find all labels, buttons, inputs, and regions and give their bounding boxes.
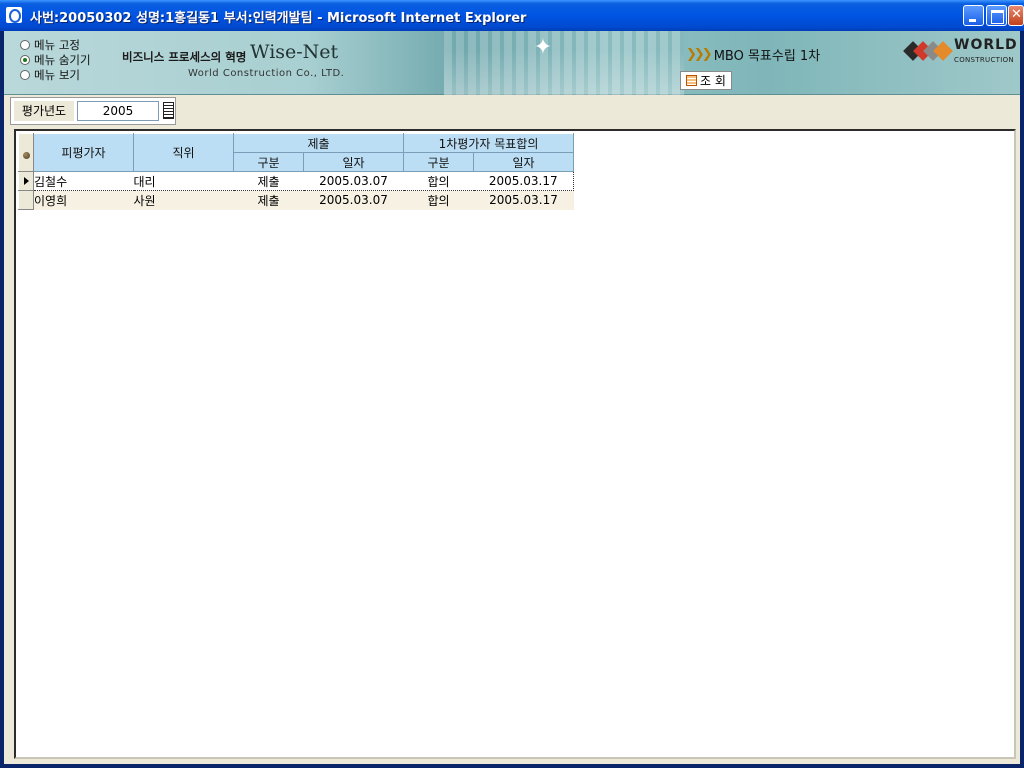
- company-logo: WORLD CONSTRUCTION: [903, 37, 1018, 65]
- logo-mark-icon: [903, 37, 953, 65]
- header-banner: ✦ 메뉴 고정 메뉴 숨기기 메뉴 보기 비즈니스 프로세스의 혁명 Wise-…: [4, 31, 1020, 95]
- sparkle-icon: ✦: [533, 35, 553, 60]
- query-button-label: 조 회: [700, 74, 726, 88]
- cell-position[interactable]: 사원: [133, 190, 234, 210]
- page-content: ✦ 메뉴 고정 메뉴 숨기기 메뉴 보기 비즈니스 프로세스의 혁명 Wise-…: [4, 31, 1020, 764]
- cell-name[interactable]: 이영희: [33, 190, 134, 210]
- year-input[interactable]: 2005: [77, 101, 159, 121]
- row-selector[interactable]: [18, 171, 34, 191]
- grid-panel: 피평가자 직위 제출 1차평가자 목표합의 구분 일자 구분 일자 김철수 대리…: [14, 129, 1016, 759]
- building-image: [444, 31, 684, 95]
- cell-agreement-date[interactable]: 2005.03.17: [473, 190, 574, 210]
- cell-submission-type[interactable]: 제출: [233, 171, 304, 191]
- program-title: ❯❯❯ MBO 목표수립 1차: [686, 45, 820, 64]
- row-selector[interactable]: [18, 190, 34, 210]
- cell-submission-date[interactable]: 2005.03.07: [303, 171, 404, 191]
- query-button[interactable]: 조 회: [680, 71, 732, 90]
- ie-icon: [6, 7, 22, 23]
- menu-option-label: 메뉴 숨기기: [34, 52, 91, 67]
- close-button[interactable]: [1008, 5, 1024, 26]
- maximize-button[interactable]: [986, 5, 1007, 26]
- cell-position[interactable]: 대리: [133, 171, 234, 191]
- cell-submission-date[interactable]: 2005.03.07: [303, 190, 404, 210]
- cell-agreement-type[interactable]: 합의: [403, 171, 474, 191]
- window-title: 사번:20050302 성명:1홍길동1 부서:인력개발팀 - Microsof…: [30, 11, 527, 26]
- logo-word: WORLD: [954, 37, 1018, 53]
- radio-icon[interactable]: [20, 39, 30, 50]
- radio-selected-icon[interactable]: [20, 54, 30, 65]
- cell-submission-type[interactable]: 제출: [233, 190, 304, 210]
- radio-icon[interactable]: [20, 69, 30, 80]
- year-label: 평가년도: [14, 101, 74, 121]
- brand-slogan: 비즈니스 프로세스의 혁명: [122, 50, 247, 64]
- menu-option-label: 메뉴 보기: [34, 67, 80, 82]
- menu-mode-options: 메뉴 고정 메뉴 숨기기 메뉴 보기: [20, 37, 91, 82]
- table-row[interactable]: 김철수 대리 제출 2005.03.07 합의 2005.03.17: [18, 171, 574, 191]
- calendar-icon[interactable]: [163, 102, 174, 119]
- header-agreement-date[interactable]: 일자: [473, 152, 574, 172]
- grid-corner[interactable]: [18, 133, 34, 172]
- brand-company: World Construction Co., LTD.: [188, 68, 345, 79]
- header-agreement-type[interactable]: 구분: [403, 152, 474, 172]
- minimize-button[interactable]: [963, 5, 984, 26]
- header-submission-date[interactable]: 일자: [303, 152, 404, 172]
- header-agreement: 1차평가자 목표합의: [403, 133, 574, 153]
- header-submission-type[interactable]: 구분: [233, 152, 304, 172]
- logo-sub: CONSTRUCTION: [954, 56, 1014, 64]
- cell-agreement-type[interactable]: 합의: [403, 190, 474, 210]
- goal-grid: 피평가자 직위 제출 1차평가자 목표합의 구분 일자 구분 일자 김철수 대리…: [18, 133, 574, 210]
- list-icon: [686, 75, 698, 86]
- brand-name: Wise-Net: [250, 41, 339, 63]
- program-label: MBO 목표수립 1차: [713, 49, 821, 64]
- chevron-right-icon: ❯❯❯: [686, 47, 713, 62]
- header-evaluatee[interactable]: 피평가자: [33, 133, 134, 172]
- menu-option-hide[interactable]: 메뉴 숨기기: [20, 52, 91, 67]
- menu-option-label: 메뉴 고정: [34, 37, 80, 52]
- header-submission: 제출: [233, 133, 404, 153]
- filter-bar: 평가년도 2005: [10, 97, 176, 125]
- menu-option-show[interactable]: 메뉴 보기: [20, 67, 91, 82]
- browser-window: 사번:20050302 성명:1홍길동1 부서:인력개발팀 - Microsof…: [0, 0, 1024, 768]
- cell-name[interactable]: 김철수: [33, 171, 134, 191]
- header-position[interactable]: 직위: [133, 133, 234, 172]
- menu-option-fixed[interactable]: 메뉴 고정: [20, 37, 91, 52]
- cell-agreement-date[interactable]: 2005.03.17: [473, 171, 574, 191]
- title-bar[interactable]: 사번:20050302 성명:1홍길동1 부서:인력개발팀 - Microsof…: [0, 0, 1024, 31]
- window-bottom-border: [0, 764, 1024, 768]
- table-row[interactable]: 이영희 사원 제출 2005.03.07 합의 2005.03.17: [18, 190, 574, 210]
